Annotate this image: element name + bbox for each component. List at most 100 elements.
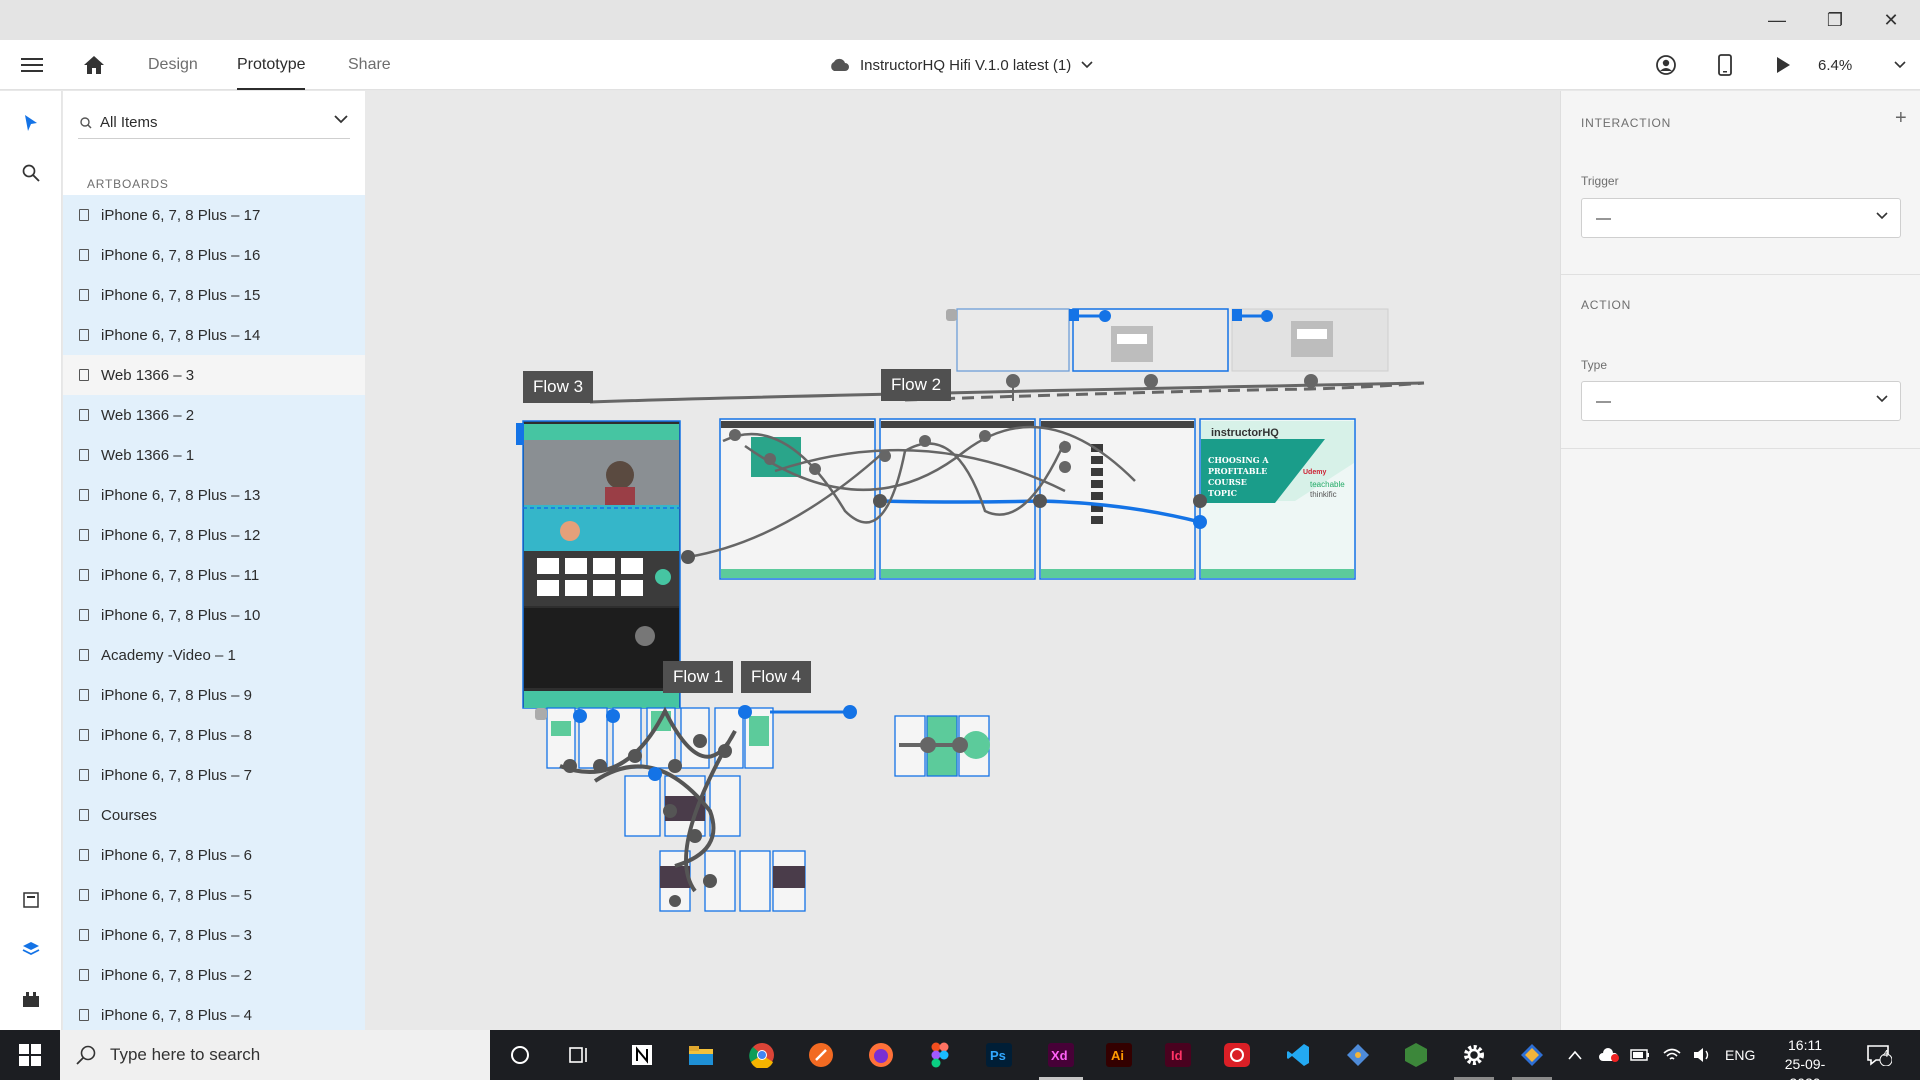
battery-icon[interactable] (1630, 1030, 1650, 1080)
chrome-icon[interactable] (734, 1030, 790, 1080)
tab-share[interactable]: Share (348, 40, 391, 90)
artboard-label: iPhone 6, 7, 8 Plus – 5 (101, 886, 252, 904)
artboard-list-item[interactable]: iPhone 6, 7, 8 Plus – 7 (63, 755, 365, 795)
document-title[interactable]: InstructorHQ Hifi V.1.0 latest (1) (828, 40, 1093, 90)
artboard-label: iPhone 6, 7, 8 Plus – 6 (101, 846, 252, 864)
trigger-dropdown[interactable]: — (1581, 198, 1901, 238)
flow-4-tag[interactable]: Flow 4 (741, 661, 812, 693)
artboard-label: iPhone 6, 7, 8 Plus – 17 (101, 206, 261, 224)
artboard-list-item[interactable]: iPhone 6, 7, 8 Plus – 3 (63, 915, 365, 955)
settings-gear-icon[interactable] (1446, 1030, 1502, 1080)
artboard-label: iPhone 6, 7, 8 Plus – 3 (101, 926, 252, 944)
device-preview-icon[interactable] (1705, 40, 1745, 90)
canvas-artwork (516, 308, 1425, 912)
artboard-list-item[interactable]: Web 1366 – 2 (63, 395, 365, 435)
windows-start-icon[interactable] (2, 1030, 58, 1080)
artboard-list-item[interactable]: Web 1366 – 1 (63, 435, 365, 475)
photoshop-icon[interactable]: Ps (971, 1030, 1027, 1080)
flow-1-tag[interactable]: Flow 1 (663, 661, 734, 693)
artboard-list-item[interactable]: Web 1366 – 3 (63, 355, 365, 395)
share-user-icon[interactable] (1646, 40, 1686, 90)
artboard-list-item[interactable]: iPhone 6, 7, 8 Plus – 12 (63, 515, 365, 555)
artboard-label: iPhone 6, 7, 8 Plus – 14 (101, 326, 261, 344)
sketch-like-app-icon[interactable] (793, 1030, 849, 1080)
zoom-chevron-icon[interactable] (1880, 40, 1920, 90)
onedrive-icon[interactable] (1598, 1030, 1620, 1080)
home-icon[interactable] (74, 40, 114, 90)
artboard-list-item[interactable]: iPhone 6, 7, 8 Plus – 10 (63, 595, 365, 635)
chevron-down-icon (1876, 212, 1888, 220)
language-indicator[interactable]: ENG (1725, 1030, 1755, 1080)
wifi-icon[interactable] (1662, 1030, 1682, 1080)
plugins-icon[interactable] (11, 979, 51, 1019)
notion-icon[interactable] (614, 1030, 670, 1080)
firefox-icon[interactable] (853, 1030, 909, 1080)
taskbar-search-input[interactable]: Type here to search (60, 1030, 490, 1080)
artboard-list-item[interactable]: iPhone 6, 7, 8 Plus – 14 (63, 315, 365, 355)
filter-chevron-icon[interactable] (334, 115, 348, 124)
action-heading: ACTION (1581, 298, 1632, 312)
creative-cloud-icon[interactable] (1209, 1030, 1265, 1080)
task-view-icon[interactable] (551, 1030, 607, 1080)
artboard-label: Academy -Video – 1 (101, 646, 236, 664)
play-preview-icon[interactable] (1763, 40, 1803, 90)
panel-divider (1561, 274, 1920, 275)
artboard-list-item[interactable]: iPhone 6, 7, 8 Plus – 2 (63, 955, 365, 995)
layers-icon[interactable] (11, 929, 51, 969)
artboard-list-item[interactable]: iPhone 6, 7, 8 Plus – 16 (63, 235, 365, 275)
artboard-icon (79, 569, 89, 581)
artboard-icon (79, 409, 89, 421)
volume-icon[interactable] (1692, 1030, 1712, 1080)
document-assets-icon[interactable] (11, 880, 51, 920)
artboard-label: Web 1366 – 3 (101, 366, 195, 384)
artboard-icon (79, 689, 89, 701)
artboard-list-item[interactable]: iPhone 6, 7, 8 Plus – 9 (63, 675, 365, 715)
git-client-icon[interactable] (1330, 1030, 1386, 1080)
tab-design[interactable]: Design (148, 40, 198, 90)
artboard-icon (79, 329, 89, 341)
flow-2-tag[interactable]: Flow 2 (881, 369, 952, 401)
svg-text:Xd: Xd (1051, 1048, 1068, 1063)
artboard-list-item[interactable]: Courses (63, 795, 365, 835)
artboard-list-item[interactable]: iPhone 6, 7, 8 Plus – 11 (63, 555, 365, 595)
search-icon (76, 1045, 96, 1065)
show-hidden-icons-icon[interactable] (1568, 1030, 1582, 1080)
search-icon (80, 116, 92, 129)
artboard-list-item[interactable]: iPhone 6, 7, 8 Plus – 5 (63, 875, 365, 915)
restore-button[interactable]: ❐ (1806, 0, 1864, 40)
figma-icon[interactable] (912, 1030, 968, 1080)
nodejs-icon[interactable] (1388, 1030, 1444, 1080)
artboard-list-item[interactable]: iPhone 6, 7, 8 Plus – 15 (63, 275, 365, 315)
adobe-xd-icon[interactable]: Xd (1033, 1030, 1089, 1080)
zoom-tool-icon[interactable] (11, 153, 51, 193)
flow-3-tag[interactable]: Flow 3 (523, 371, 594, 403)
artboard-list-item[interactable]: iPhone 6, 7, 8 Plus – 8 (63, 715, 365, 755)
assets-search-input[interactable]: All Items (78, 107, 350, 139)
artboard-list-item[interactable]: iPhone 6, 7, 8 Plus – 17 (63, 195, 365, 235)
artboard-list-item[interactable]: iPhone 6, 7, 8 Plus – 13 (63, 475, 365, 515)
artboard-list-item[interactable]: Academy -Video – 1 (63, 635, 365, 675)
sourcetree-icon[interactable] (1504, 1030, 1560, 1080)
minimize-button[interactable]: — (1748, 0, 1806, 40)
artboard-icon (79, 809, 89, 821)
indesign-icon[interactable]: Id (1150, 1030, 1206, 1080)
file-explorer-icon[interactable] (673, 1030, 729, 1080)
illustrator-icon[interactable]: Ai (1091, 1030, 1147, 1080)
notifications-icon[interactable]: 4 (1866, 1030, 1892, 1080)
interaction-heading: INTERACTION (1581, 116, 1672, 130)
artboard-list-item[interactable]: iPhone 6, 7, 8 Plus – 4 (63, 995, 365, 1030)
prototype-canvas[interactable]: Flow 3 Flow 2 Flow 1 Flow 4 instructorHQ… (365, 91, 1560, 1030)
artboard-label: iPhone 6, 7, 8 Plus – 2 (101, 966, 252, 984)
taskbar-clock[interactable]: 16:11 25-09-2020 (1770, 1036, 1840, 1080)
vscode-icon[interactable] (1270, 1030, 1326, 1080)
type-dropdown[interactable]: — (1581, 381, 1901, 421)
tab-prototype[interactable]: Prototype (237, 40, 306, 90)
zoom-level[interactable]: 6.4% (1818, 40, 1852, 90)
artboard-label: iPhone 6, 7, 8 Plus – 16 (101, 246, 261, 264)
add-interaction-button[interactable]: + (1895, 107, 1907, 130)
hamburger-menu-icon[interactable] (12, 40, 52, 90)
cortana-icon[interactable] (492, 1030, 548, 1080)
close-window-button[interactable]: ✕ (1862, 0, 1920, 40)
select-tool-icon[interactable] (11, 103, 51, 143)
artboard-list-item[interactable]: iPhone 6, 7, 8 Plus – 6 (63, 835, 365, 875)
